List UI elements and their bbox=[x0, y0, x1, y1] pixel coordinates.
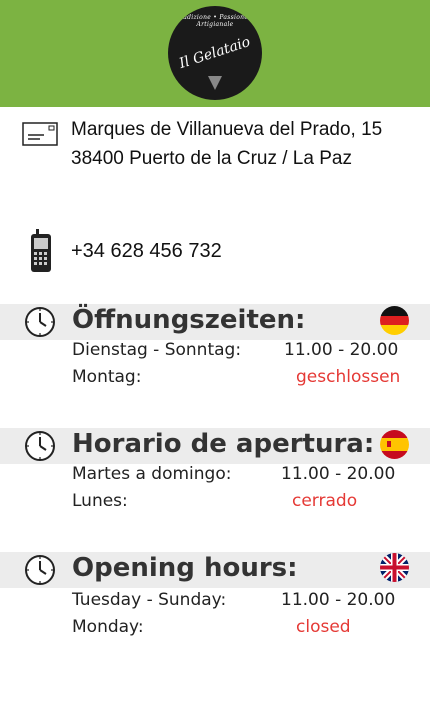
header-bar: Tradizione • Passione • Artigianale Il G… bbox=[0, 0, 430, 107]
spanish-row-1-value: 11.00 - 20.00 bbox=[281, 464, 396, 484]
cone-icon bbox=[208, 76, 222, 90]
spanish-row-2-label: Lunes: bbox=[72, 491, 128, 511]
german-row-2-label: Montag: bbox=[72, 367, 142, 387]
section-title-german: Öffnungszeiten: bbox=[72, 305, 306, 335]
mobile-phone-icon bbox=[30, 229, 52, 277]
section-title-english: Opening hours: bbox=[72, 553, 298, 583]
clock-icon bbox=[24, 554, 56, 590]
address-line-2: 38400 Puerto de la Cruz / La Paz bbox=[71, 148, 352, 169]
english-row-1-value: 11.00 - 20.00 bbox=[281, 590, 396, 610]
flag-germany-icon[interactable] bbox=[380, 306, 409, 335]
english-row-2-label: Monday: bbox=[72, 617, 144, 637]
logo-name: Il Gelataio bbox=[177, 34, 253, 72]
english-row-1-label: Tuesday - Sunday: bbox=[72, 590, 227, 610]
phone-number[interactable]: +34 628 456 732 bbox=[71, 240, 222, 263]
german-row-1-value: 11.00 - 20.00 bbox=[284, 340, 399, 360]
german-row-1-label: Dienstag - Sonntag: bbox=[72, 340, 242, 360]
envelope-icon bbox=[22, 122, 58, 150]
flag-uk-icon[interactable] bbox=[380, 553, 409, 582]
spanish-row-1-label: Martes a domingo: bbox=[72, 464, 232, 484]
german-row-2-value: geschlossen bbox=[296, 367, 401, 387]
logo-tagline: Tradizione • Passione • Artigianale bbox=[175, 14, 255, 28]
english-row-2-value: closed bbox=[296, 617, 351, 637]
clock-icon bbox=[24, 430, 56, 466]
spanish-row-2-value: cerrado bbox=[292, 491, 358, 511]
address-line-1: Marques de Villanueva del Prado, 15 bbox=[71, 119, 383, 140]
section-title-spanish: Horario de apertura: bbox=[72, 429, 375, 459]
clock-icon bbox=[24, 306, 56, 342]
flag-spain-icon[interactable] bbox=[380, 430, 409, 459]
il-gelataio-logo: Tradizione • Passione • Artigianale Il G… bbox=[168, 6, 262, 100]
